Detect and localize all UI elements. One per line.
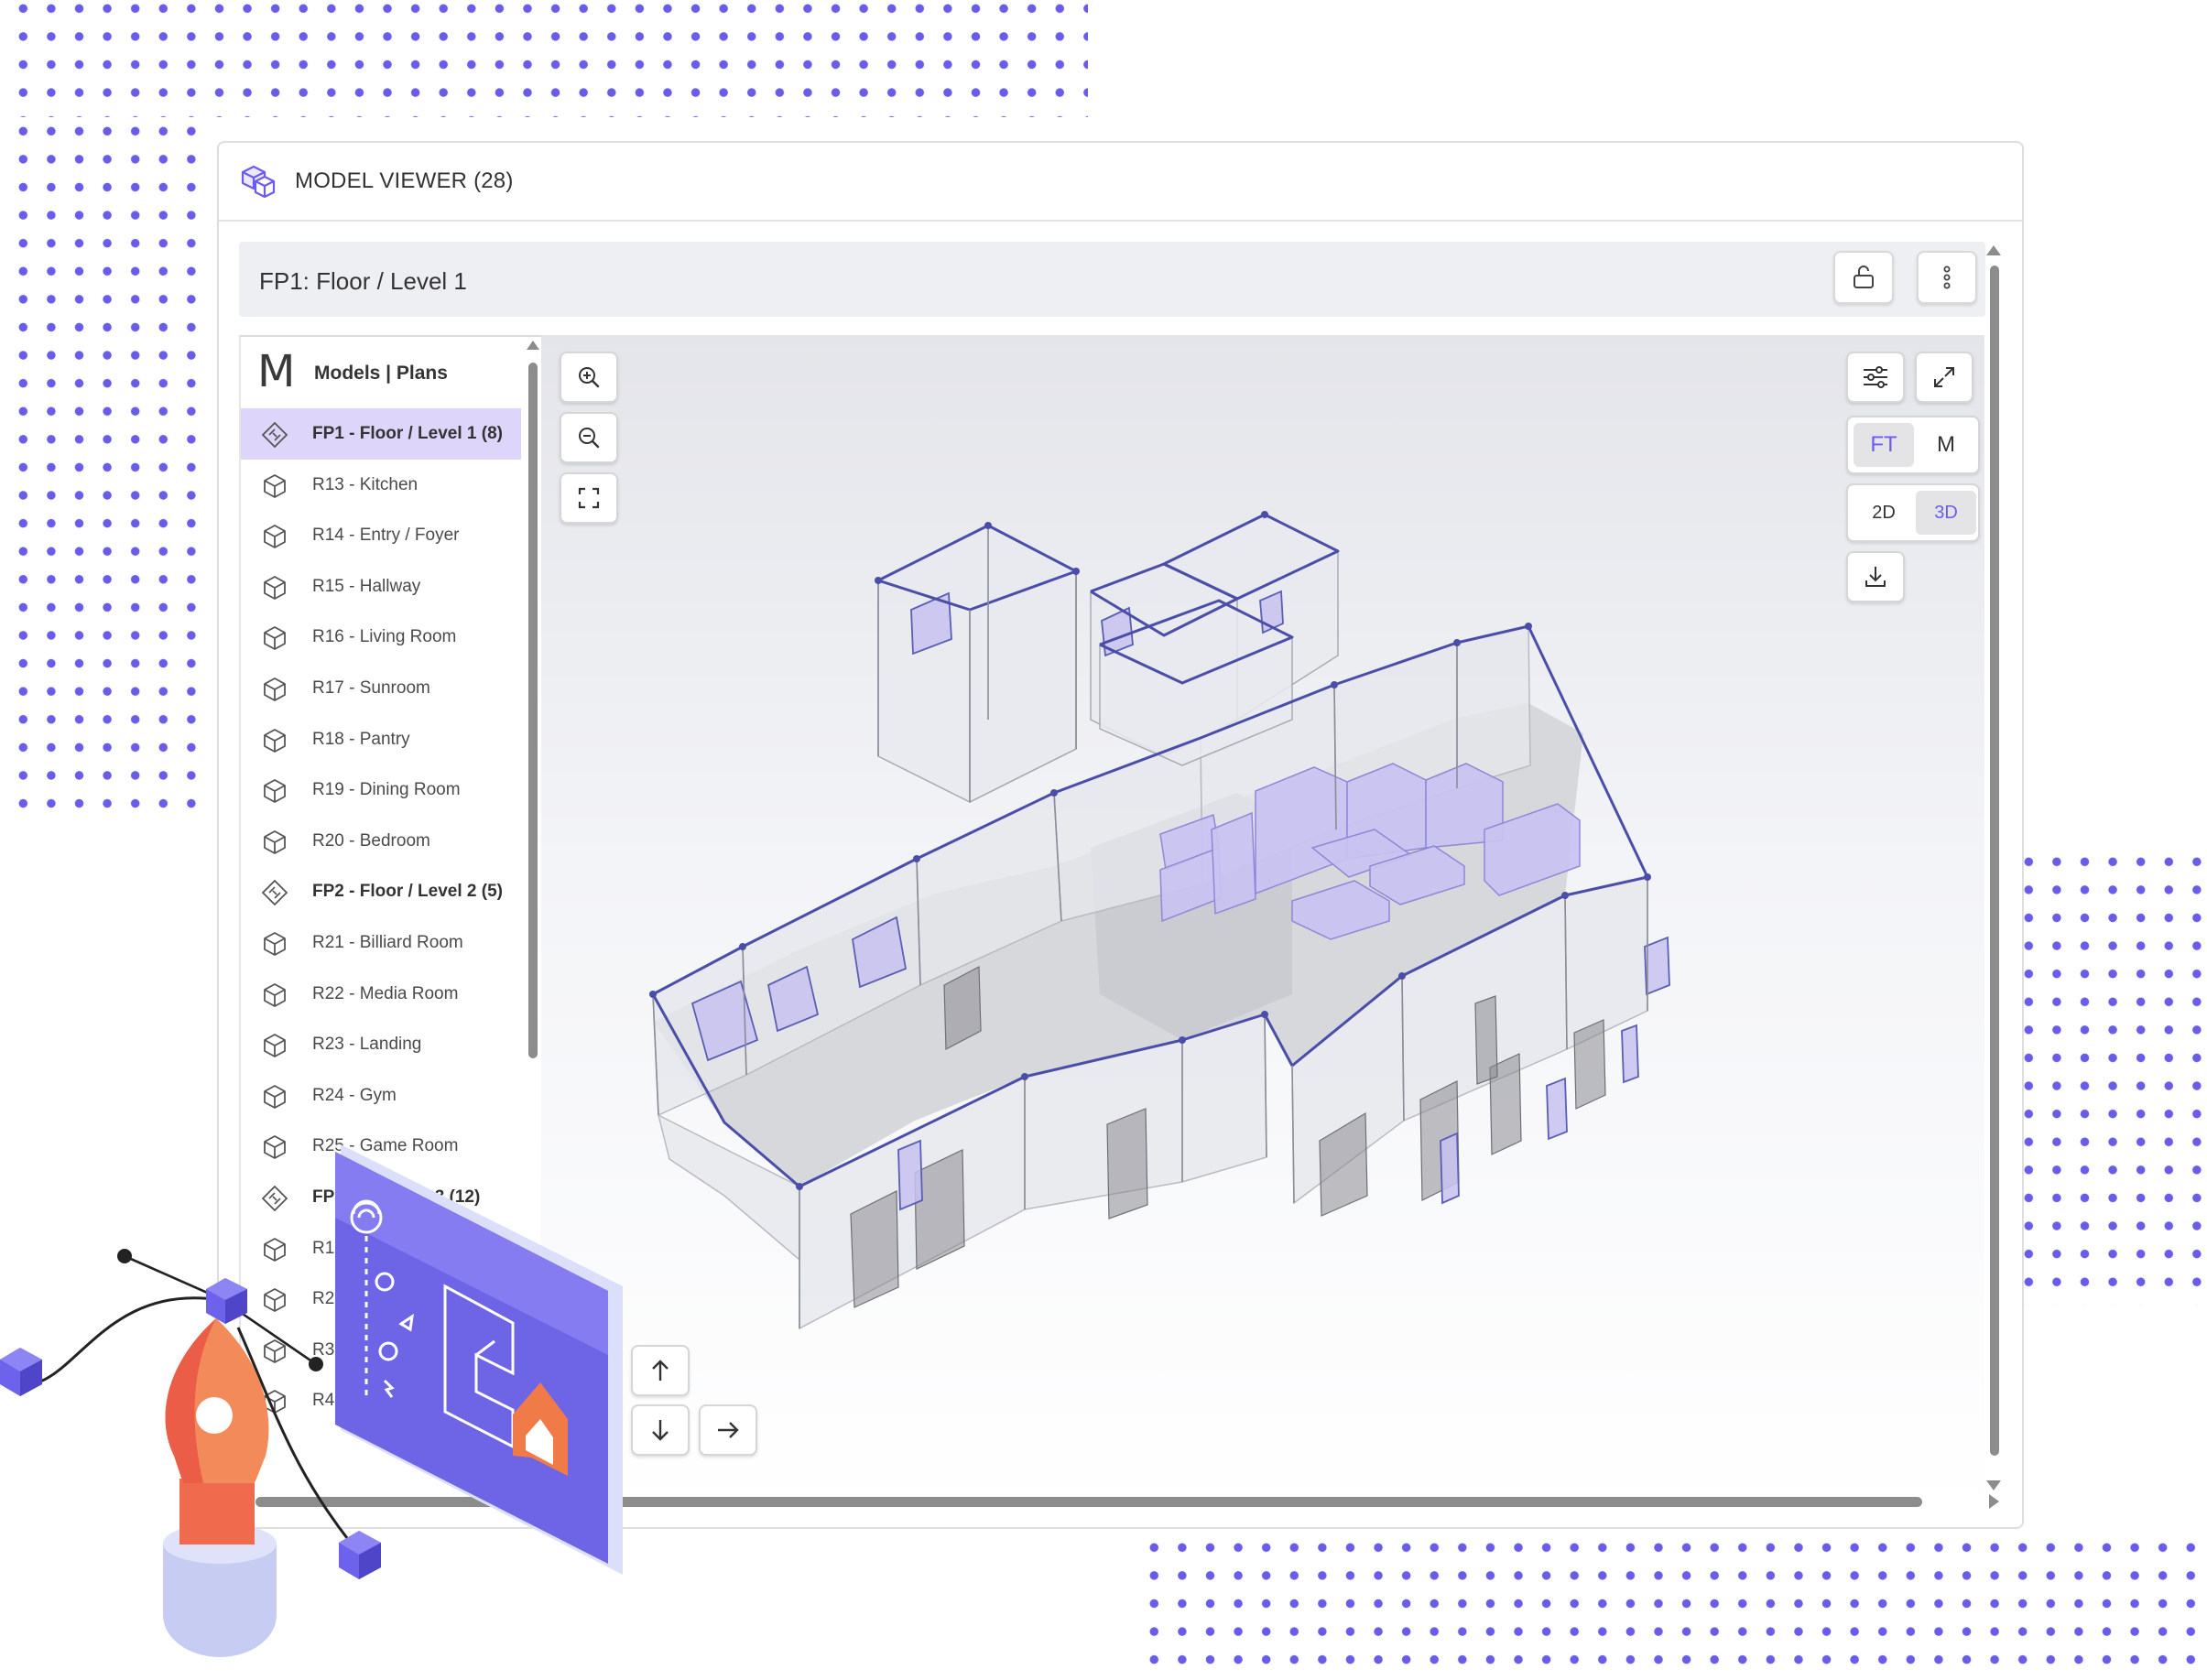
floor-plan-icon bbox=[261, 880, 288, 906]
sidebar-room-item[interactable]: R13 - Kitchen bbox=[241, 460, 521, 511]
cube-icon bbox=[264, 829, 286, 854]
cube-icon bbox=[264, 525, 286, 549]
sidebar-room-item[interactable]: R17 - Sunroom bbox=[241, 663, 521, 714]
scroll-down-arrow-icon[interactable] bbox=[1986, 1480, 2001, 1490]
plan-title-bar: FP1: Floor / Level 1 bbox=[239, 242, 1985, 317]
units-m-option[interactable]: M bbox=[1916, 423, 1976, 467]
cube-stack-icon bbox=[241, 165, 276, 199]
sidebar-item-label: R14 - Entry / Foyer bbox=[312, 526, 460, 546]
sidebar-room-item[interactable]: R18 - Pantry bbox=[241, 714, 521, 765]
sidebar-item-label: FP2 - Floor / Level 2 (5) bbox=[312, 882, 503, 902]
cube-icon bbox=[264, 626, 286, 651]
download-button[interactable] bbox=[1846, 551, 1905, 602]
sidebar-item-label: R17 - Sunroom bbox=[312, 677, 430, 698]
scroll-up-arrow-icon[interactable] bbox=[527, 341, 539, 350]
sidebar-item-label: R21 - Billiard Room bbox=[312, 932, 463, 952]
fit-screen-icon bbox=[578, 487, 600, 509]
house-3d-model[interactable] bbox=[541, 335, 1984, 1516]
sidebar-scrollbar[interactable] bbox=[527, 341, 539, 1073]
sidebar-room-item[interactable]: R24 - Gym bbox=[241, 1070, 521, 1122]
sidebar-room-item[interactable]: R19 - Dining Room bbox=[241, 764, 521, 816]
sidebar-header: M Models | Plans bbox=[241, 337, 525, 406]
lock-button[interactable] bbox=[1833, 251, 1894, 304]
arrow-down-icon bbox=[652, 1420, 669, 1441]
sidebar-item-label: R16 - Living Room bbox=[312, 627, 457, 647]
sidebar-room-item[interactable]: R20 - Bedroom bbox=[241, 816, 521, 867]
pan-right-button[interactable] bbox=[699, 1404, 757, 1456]
sidebar-item-label: R24 - Gym bbox=[312, 1085, 397, 1105]
zoom-in-icon bbox=[579, 367, 600, 388]
sidebar-item-label: R13 - Kitchen bbox=[312, 474, 419, 494]
cube-icon bbox=[264, 779, 286, 804]
sidebar-item-label: R19 - Dining Room bbox=[312, 780, 461, 800]
more-options-button[interactable] bbox=[1917, 251, 1977, 304]
dot-pattern-top bbox=[9, 0, 1088, 117]
arrow-right-icon bbox=[718, 1422, 739, 1438]
zoom-in-button[interactable] bbox=[560, 352, 618, 403]
units-toggle: FT M bbox=[1846, 416, 1980, 474]
settings-button[interactable] bbox=[1846, 352, 1905, 403]
sidebar-item-label: R18 - Pantry bbox=[312, 729, 410, 749]
sidebar-room-item[interactable]: R22 - Media Room bbox=[241, 969, 521, 1020]
expand-icon bbox=[1934, 367, 1954, 387]
sidebar-item-label: R15 - Hallway bbox=[312, 576, 421, 596]
dot-pattern-bottom bbox=[1140, 1534, 2207, 1680]
cube-icon bbox=[264, 982, 286, 1007]
sidebar-item-label: FP1 - Floor / Level 1 (8) bbox=[312, 424, 503, 443]
sidebar-room-item[interactable]: R14 - Entry / Foyer bbox=[241, 510, 521, 561]
sidebar-item-label: R20 - Bedroom bbox=[312, 830, 430, 851]
cube-icon bbox=[339, 1531, 381, 1579]
lock-open-icon bbox=[1854, 266, 1874, 288]
download-icon bbox=[1865, 567, 1886, 587]
cube-icon bbox=[264, 677, 286, 701]
cube-icon bbox=[264, 473, 286, 498]
cube-icon bbox=[264, 932, 286, 956]
sidebar-item-label: R22 - Media Room bbox=[312, 983, 459, 1003]
fullscreen-button[interactable] bbox=[1915, 352, 1973, 403]
sidebar-scroll-thumb[interactable] bbox=[528, 363, 538, 1058]
units-ft-option[interactable]: FT bbox=[1854, 423, 1914, 467]
dot-pattern-right bbox=[2015, 848, 2207, 1306]
view-3d-option[interactable]: 3D bbox=[1916, 491, 1976, 535]
cube-icon bbox=[264, 575, 286, 600]
zoom-out-icon bbox=[579, 428, 600, 449]
window-title: MODEL VIEWER (28) bbox=[295, 168, 514, 193]
sidebar-item-label: R23 - Landing bbox=[312, 1035, 422, 1055]
cube-icon bbox=[264, 1034, 286, 1058]
cube-icon bbox=[264, 1084, 286, 1109]
sidebar-floor-item[interactable]: FP1 - Floor / Level 1 (8) bbox=[241, 408, 521, 460]
viewer-vertical-thumb[interactable] bbox=[1990, 266, 1999, 1456]
3d-viewport[interactable]: FT M 2D 3D bbox=[541, 335, 1984, 1516]
sidebar-room-item[interactable]: R23 - Landing bbox=[241, 1019, 521, 1070]
view-mode-toggle: 2D 3D bbox=[1846, 483, 1980, 542]
view-2d-option[interactable]: 2D bbox=[1854, 491, 1914, 535]
floor-plan-icon bbox=[261, 421, 288, 449]
sidebar-logo: M bbox=[257, 346, 296, 397]
cube-icon bbox=[264, 728, 286, 753]
more-vertical-icon bbox=[1943, 266, 1951, 289]
zoom-out-button[interactable] bbox=[560, 412, 618, 463]
window-header: MODEL VIEWER (28) bbox=[219, 143, 2022, 222]
scroll-up-arrow-icon[interactable] bbox=[1986, 245, 2001, 255]
sliders-icon bbox=[1864, 366, 1887, 388]
sidebar-room-item[interactable]: R21 - Billiard Room bbox=[241, 917, 521, 969]
cube-icon bbox=[206, 1278, 247, 1324]
pen-tool-illustration bbox=[0, 1144, 623, 1657]
sidebar-room-item[interactable]: R15 - Hallway bbox=[241, 561, 521, 612]
sidebar-room-item[interactable]: R16 - Living Room bbox=[241, 612, 521, 663]
dot-pattern-left bbox=[9, 117, 205, 815]
arrow-up-icon bbox=[652, 1360, 669, 1381]
fit-screen-button[interactable] bbox=[560, 472, 618, 524]
plan-title: FP1: Floor / Level 1 bbox=[259, 267, 467, 295]
viewer-vertical-scrollbar[interactable] bbox=[1986, 245, 2001, 1490]
cube-icon bbox=[0, 1348, 42, 1396]
sidebar-title: Models | Plans bbox=[314, 363, 448, 384]
sidebar-floor-item[interactable]: FP2 - Floor / Level 2 (5) bbox=[241, 866, 521, 917]
scroll-right-arrow-icon[interactable] bbox=[1989, 1494, 1999, 1509]
